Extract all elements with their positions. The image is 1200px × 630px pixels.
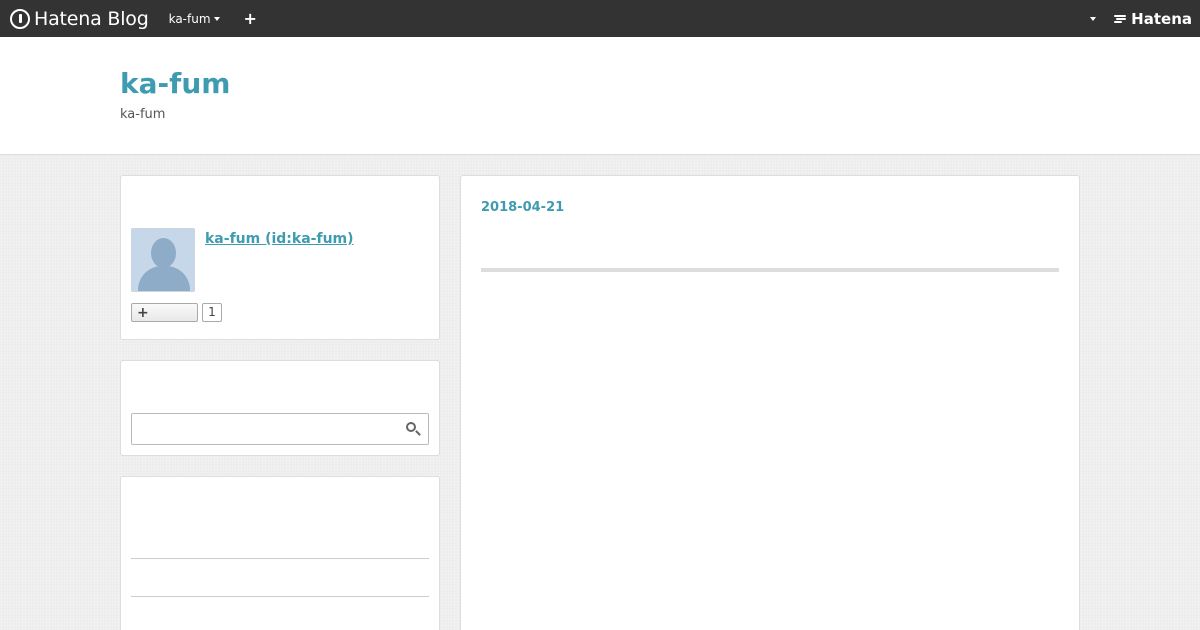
hatena-logo-icon (10, 8, 30, 29)
recent-entries-module (120, 476, 440, 630)
blog-selector-label: ka-fum (168, 11, 211, 26)
search-input[interactable] (131, 413, 429, 445)
follower-count: 1 (202, 303, 222, 322)
search-icon[interactable] (406, 422, 421, 436)
profile-module: ka-fum (id:ka-fum) + 1 (120, 175, 440, 340)
add-entry-button[interactable]: + (244, 10, 257, 27)
list-divider (131, 558, 429, 559)
hatena-brand-link[interactable]: Hatena (1114, 10, 1192, 28)
follow-button[interactable]: + (131, 303, 198, 322)
blog-description: ka-fum (120, 107, 166, 122)
entry-divider (481, 268, 1059, 272)
user-menu-caret-icon[interactable] (1090, 16, 1097, 21)
blog-header: ka-fum ka-fum (0, 37, 1200, 155)
blog-title[interactable]: ka-fum (120, 67, 230, 100)
entry-date[interactable]: 2018-04-21 (481, 200, 564, 215)
blog-selector[interactable]: ka-fum (169, 12, 220, 26)
avatar-icon[interactable] (131, 228, 195, 292)
list-divider (131, 596, 429, 597)
global-header-right: Hatena (1087, 10, 1192, 28)
hatena-brand-text: Hatena (1131, 9, 1192, 28)
global-header: Hatena Blog ka-fum + Hatena (0, 0, 1200, 37)
entry-article: 2018-04-21 (460, 175, 1080, 630)
search-module (120, 360, 440, 456)
logo-text: Hatena Blog (34, 7, 149, 30)
hatena-brand-icon (1114, 14, 1128, 24)
plus-icon: + (137, 304, 149, 321)
caret-down-icon (213, 16, 220, 21)
profile-name-link[interactable]: ka-fum (id:ka-fum) (205, 231, 354, 247)
hatena-blog-logo[interactable]: Hatena Blog (10, 0, 149, 37)
